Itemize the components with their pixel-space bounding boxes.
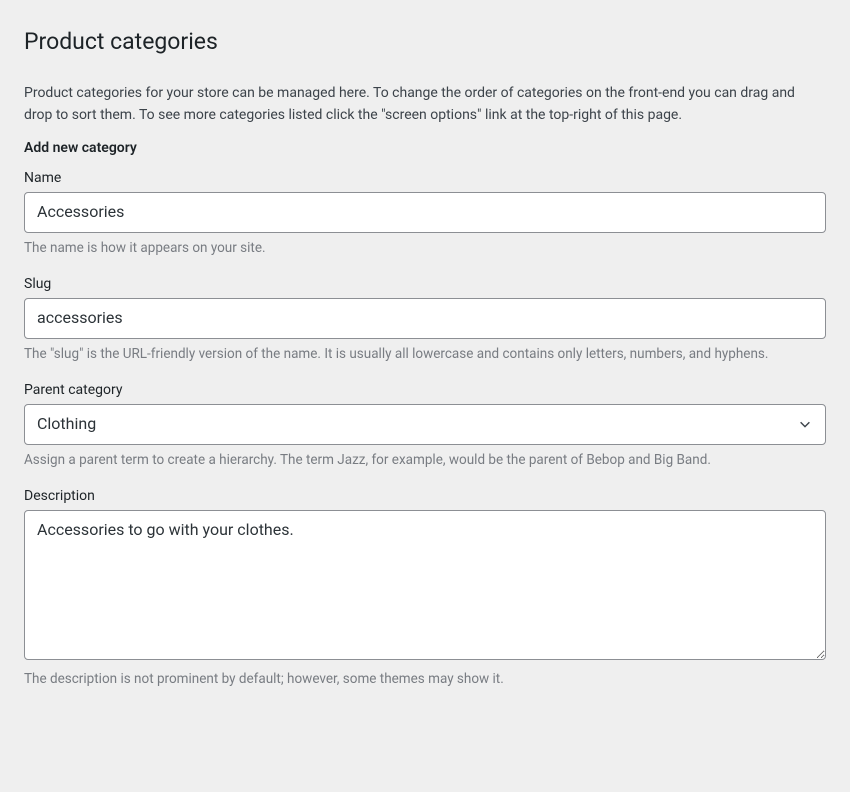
description-textarea[interactable] <box>24 510 826 660</box>
name-help: The name is how it appears on your site. <box>24 239 826 259</box>
parent-help: Assign a parent term to create a hierarc… <box>24 451 826 471</box>
description-label: Description <box>24 488 826 504</box>
description-field-group: Description The description is not promi… <box>24 488 826 690</box>
slug-input[interactable] <box>24 298 826 338</box>
parent-select[interactable]: Clothing <box>24 404 826 444</box>
add-category-heading: Add new category <box>24 140 826 156</box>
parent-label: Parent category <box>24 382 826 398</box>
slug-label: Slug <box>24 276 826 292</box>
page-title: Product categories <box>24 28 826 55</box>
parent-field-group: Parent category Clothing Assign a parent… <box>24 382 826 470</box>
intro-text: Product categories for your store can be… <box>24 83 826 126</box>
description-help: The description is not prominent by defa… <box>24 670 826 690</box>
name-input[interactable] <box>24 192 826 232</box>
name-label: Name <box>24 170 826 186</box>
slug-field-group: Slug The "slug" is the URL-friendly vers… <box>24 276 826 364</box>
slug-help: The "slug" is the URL-friendly version o… <box>24 345 826 365</box>
name-field-group: Name The name is how it appears on your … <box>24 170 826 258</box>
